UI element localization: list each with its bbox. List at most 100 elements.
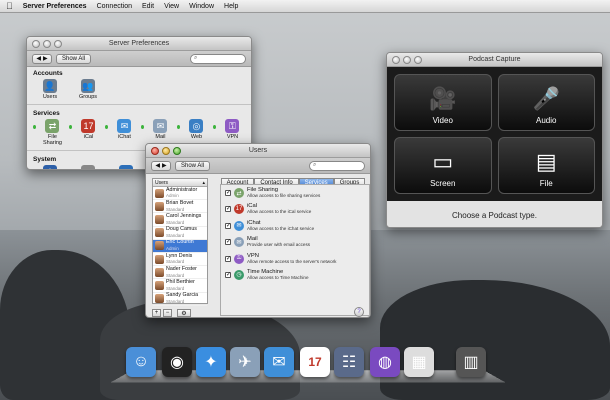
- service-checkbox[interactable]: ✓: [225, 206, 231, 213]
- help-button[interactable]: ?: [354, 307, 364, 317]
- pref-groups[interactable]: 👥 Groups: [71, 79, 105, 100]
- menu-connection[interactable]: Connection: [97, 3, 132, 10]
- sort-arrow-icon[interactable]: ▴: [202, 180, 205, 186]
- avatar: [155, 254, 164, 264]
- dock-ical-icon[interactable]: 17: [300, 347, 330, 377]
- avatar: [155, 188, 164, 198]
- section-title-services: Services: [33, 110, 60, 117]
- service-status-dot: [213, 125, 216, 129]
- close-button[interactable]: [392, 55, 400, 64]
- user-row[interactable]: Brian Bovet Standard: [153, 200, 207, 214]
- zoom-button[interactable]: [173, 146, 181, 155]
- podcast-video-button[interactable]: 🎥 Video: [394, 74, 492, 131]
- menu-window[interactable]: Window: [189, 3, 214, 10]
- service-checkbox[interactable]: ✓: [225, 255, 231, 262]
- podcast-audio-button[interactable]: 🎤 Audio: [497, 74, 595, 131]
- service-description: Allow remote access to the server's netw…: [247, 258, 337, 264]
- dock-podcast-capture-icon[interactable]: ◍: [370, 347, 400, 377]
- apple-menu-icon[interactable]: : [6, 1, 13, 11]
- user-role: Standard: [166, 206, 185, 212]
- search-field[interactable]: ⌕: [309, 160, 365, 171]
- user-name: Phil Berthier: [166, 279, 195, 285]
- dock-safari-icon[interactable]: ✦: [196, 347, 226, 377]
- service-row: ✓ ◷ Time Machine Allow access to Time Machi…: [225, 269, 365, 285]
- dock: ☺ ◉ ✦ ✈ ✉ 17 ☷ ◍ ▦ ▥: [110, 345, 506, 383]
- zoom-button[interactable]: [54, 39, 62, 48]
- podcast-tile-label: Screen: [430, 179, 456, 188]
- dock-finder-icon[interactable]: ☺: [126, 347, 156, 377]
- menu-edit[interactable]: Edit: [142, 3, 154, 10]
- service-description: Allow access to file sharing services: [247, 193, 321, 198]
- pref-information[interactable]: iInformation: [33, 165, 67, 169]
- user-row[interactable]: Administrator Admin: [153, 187, 207, 201]
- pref-mail[interactable]: ✉ Mail: [148, 119, 173, 146]
- user-row[interactable]: Eric Courtin Admin: [153, 240, 207, 253]
- pref-web[interactable]: ◎ Web: [184, 119, 209, 146]
- user-row[interactable]: Phil Berthier Standard: [153, 279, 207, 293]
- dock-mail-stamp-icon[interactable]: ✈: [230, 347, 260, 377]
- pref-logs[interactable]: ≡Logs: [71, 165, 105, 169]
- pref-file-sharing[interactable]: ⇄ File Sharing: [40, 119, 65, 146]
- podcast-file-button[interactable]: ▤ File: [497, 137, 595, 194]
- remove-user-button[interactable]: −: [163, 309, 172, 317]
- podcast-screen-button[interactable]: ▭ Screen: [394, 137, 492, 194]
- user-role: Standard: [166, 298, 185, 304]
- pref-ical[interactable]: 17 iCal: [76, 119, 101, 146]
- podcast-tile-label: Audio: [536, 116, 557, 125]
- show-all-button[interactable]: Show All: [56, 53, 92, 64]
- back-forward-button[interactable]: ◀ ▶: [151, 160, 171, 171]
- user-name: Nader Foster: [166, 265, 197, 272]
- avatar: [155, 280, 164, 290]
- close-button[interactable]: [32, 39, 40, 48]
- zoom-button[interactable]: [414, 55, 422, 64]
- back-forward-button[interactable]: ◀ ▶: [32, 53, 52, 64]
- dock-preview-icon[interactable]: ▦: [404, 347, 434, 377]
- section-divider: [27, 104, 251, 105]
- user-row[interactable]: Lynn Denis Standard: [153, 253, 207, 267]
- avatar: [155, 228, 164, 238]
- minimize-button[interactable]: [403, 55, 411, 64]
- dock-trash-icon[interactable]: ▥: [456, 347, 486, 377]
- service-status-dot: [105, 125, 108, 129]
- service-checkbox[interactable]: ✓: [225, 239, 231, 246]
- services-list: ✓ ⇄ File Sharing Allow access to file shari…: [220, 184, 370, 316]
- toolbar: ◀ ▶ Show All ⌕: [27, 51, 251, 67]
- screen-icon: ▭: [432, 149, 454, 174]
- back-arrow-icon: ◀: [36, 56, 41, 62]
- mail-icon: ✉: [153, 119, 168, 133]
- minimize-button[interactable]: [162, 146, 170, 155]
- pref-users[interactable]: 👤 Users: [33, 79, 67, 100]
- pref-ichat[interactable]: ✉ iChat: [112, 119, 137, 146]
- menu-view[interactable]: View: [164, 3, 179, 10]
- dock-ichat-icon[interactable]: ✉: [264, 347, 294, 377]
- add-user-button[interactable]: +: [152, 309, 161, 317]
- minimize-button[interactable]: [43, 39, 51, 48]
- title-bar[interactable]: Users: [146, 144, 370, 158]
- service-checkbox[interactable]: ✓: [225, 271, 231, 278]
- pref-vpn[interactable]: ⚿ VPN: [220, 119, 245, 146]
- dock-dashboard-icon[interactable]: ◉: [162, 347, 192, 377]
- user-row[interactable]: Nader Foster Standard: [153, 265, 207, 280]
- action-menu-button[interactable]: ⚙: [177, 309, 191, 317]
- service-checkbox[interactable]: ✓: [225, 222, 231, 229]
- user-row[interactable]: Carol Jennings Standard: [153, 213, 207, 227]
- menu-help[interactable]: Help: [224, 3, 238, 10]
- show-all-button[interactable]: Show All: [175, 160, 211, 171]
- pref-graphs[interactable]: ▮Graphs: [109, 165, 143, 169]
- pref-label: iCal: [83, 134, 94, 140]
- mail-icon: ✉: [234, 237, 244, 248]
- logs-icon: ≡: [81, 165, 95, 169]
- title-bar[interactable]: Server Preferences: [27, 37, 251, 51]
- menu-app-name[interactable]: Server Preferences: [23, 3, 87, 10]
- title-bar[interactable]: Podcast Capture: [387, 53, 602, 67]
- dock-address-book-icon[interactable]: ☷: [334, 347, 364, 377]
- pref-label: File Sharing: [42, 134, 62, 146]
- search-field[interactable]: ⌕: [190, 53, 246, 64]
- search-icon: ⌕: [313, 162, 317, 168]
- section-title-accounts: Accounts: [33, 70, 63, 77]
- user-row[interactable]: Sandy Garcia Standard: [153, 292, 207, 306]
- user-row[interactable]: Doug Camus Standard: [153, 226, 207, 240]
- service-checkbox[interactable]: ✓: [225, 190, 231, 196]
- close-button[interactable]: [151, 146, 159, 155]
- file-sharing-icon: ⇄: [234, 188, 244, 198]
